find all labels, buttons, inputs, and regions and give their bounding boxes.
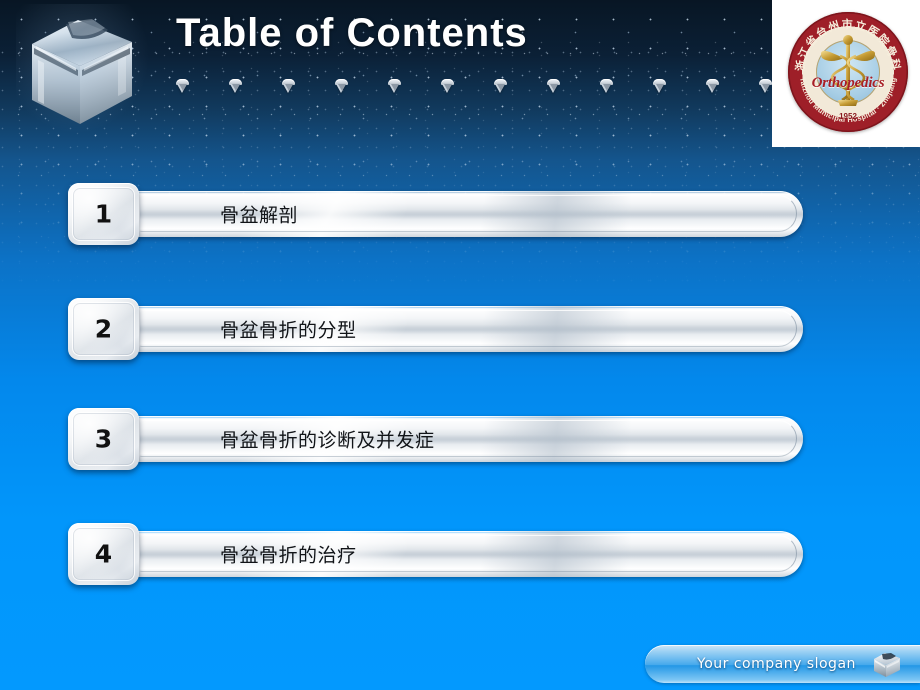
toc-number-box[interactable]: 2 <box>68 298 139 360</box>
logo-year: 1952 <box>839 112 857 121</box>
hospital-orthopedics-logo: 浙江省台州市立医院骨科 Taizhou Municipal Hospital ·… <box>772 0 920 147</box>
toc-number: 4 <box>94 539 113 569</box>
logo-disc: 浙江省台州市立医院骨科 Taizhou Municipal Hospital ·… <box>788 12 908 132</box>
toc-item-label: 骨盆骨折的诊断及并发症 <box>220 429 435 452</box>
toc-number: 3 <box>94 424 113 454</box>
toc-number-box[interactable]: 3 <box>68 408 139 470</box>
toc-number-box[interactable]: 1 <box>68 183 139 245</box>
footer-slogan-bar[interactable]: Your company slogan <box>645 645 920 683</box>
toc-item-label: 骨盆骨折的治疗 <box>220 544 357 567</box>
company-slogan: Your company slogan <box>697 656 856 672</box>
logo-wordmark: Orthopedics <box>811 75 885 91</box>
slide-canvas: Table of Contents 浙江省台州市立医院骨科 Taizhou Mu… <box>0 0 920 690</box>
toc-number-box[interactable]: 4 <box>68 523 139 585</box>
toc-item-label: 骨盆解剖 <box>220 204 299 227</box>
cube-glow <box>16 4 150 134</box>
toc-number: 2 <box>94 314 113 344</box>
toc-number: 1 <box>94 199 113 229</box>
page-title: Table of Contents <box>176 11 528 55</box>
toc-item-label: 骨盆骨折的分型 <box>220 319 357 342</box>
gem-divider <box>176 79 776 95</box>
chrome-cube-icon <box>874 653 900 677</box>
chrome-cube-icon <box>16 4 150 134</box>
